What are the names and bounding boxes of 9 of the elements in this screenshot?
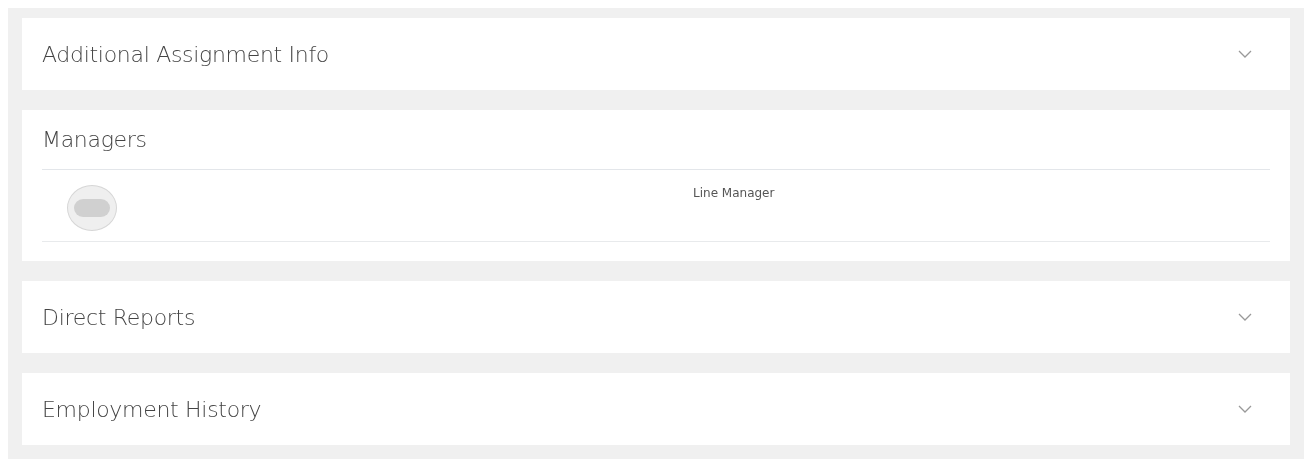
section-title[interactable]: Additional Assignment Info [42,37,330,71]
section-title[interactable]: Employment History [42,392,262,426]
chevron-down-icon[interactable] [1238,313,1252,321]
avatar-icon [67,185,117,231]
section-title[interactable]: Direct Reports [42,300,196,334]
chevron-down-icon[interactable] [1238,50,1252,58]
section-title[interactable]: Managers [42,123,147,156]
manager-role: Line Manager [693,185,775,202]
chevron-down-icon[interactable] [1238,405,1252,413]
